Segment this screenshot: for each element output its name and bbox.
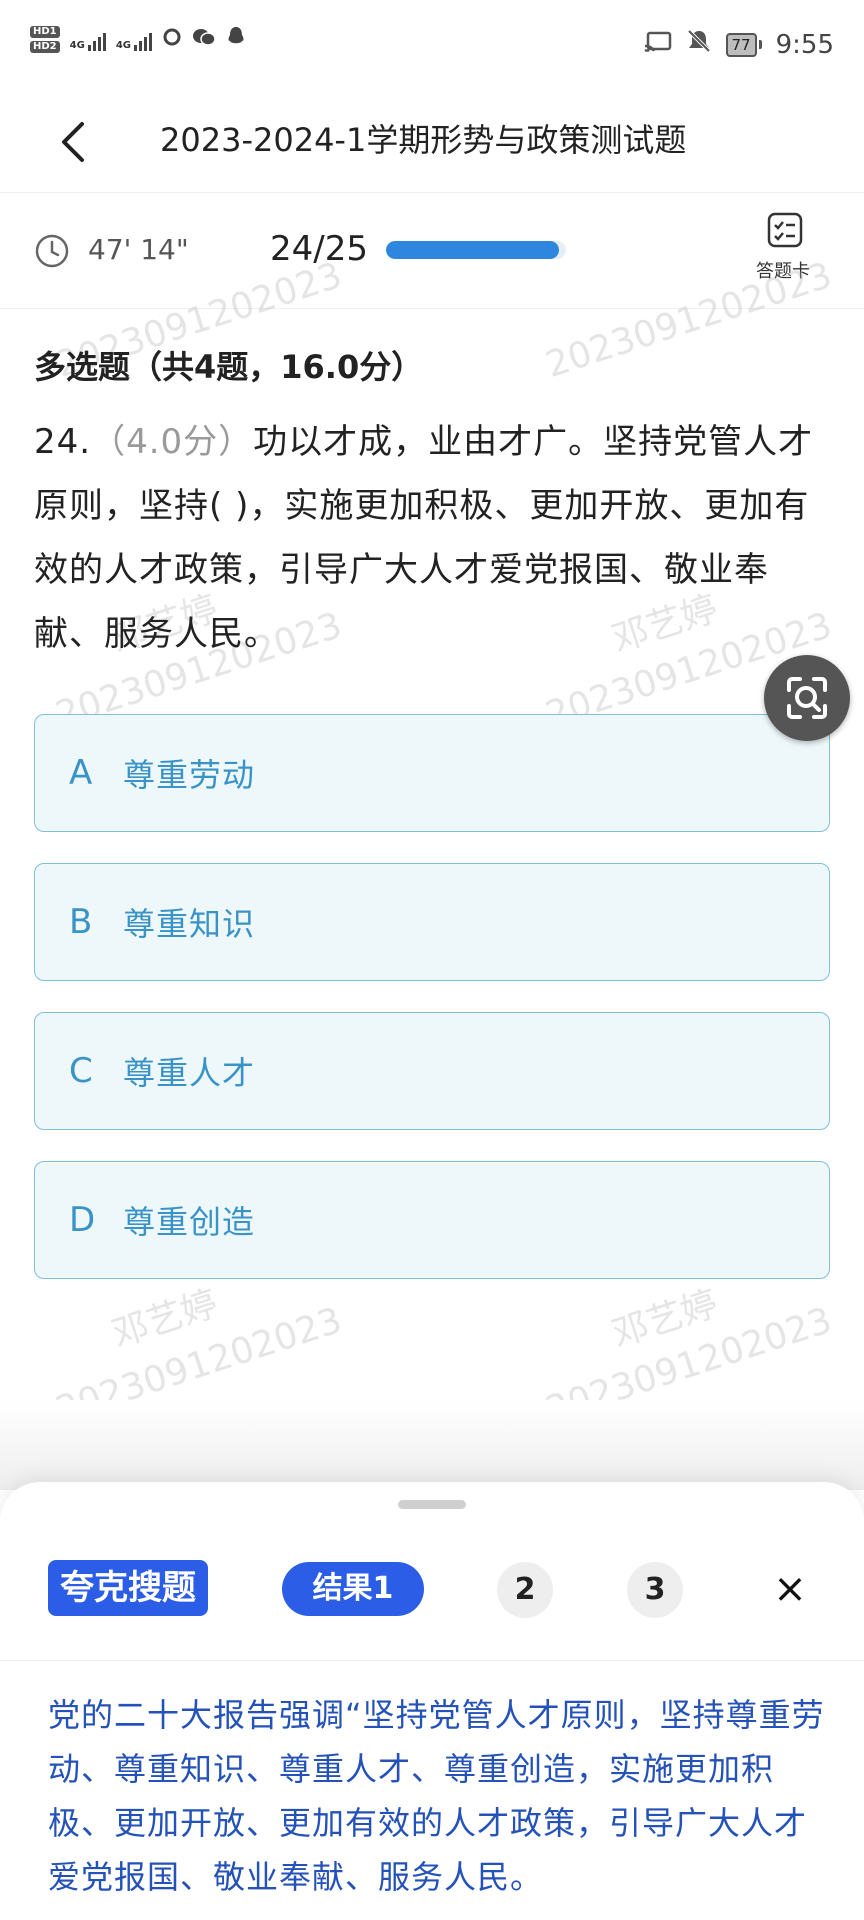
status-right: 77 9:55: [643, 28, 834, 61]
wechat-icon: [192, 27, 216, 52]
option-text: 尊重劳动: [123, 756, 256, 794]
signal-icon: 4G: [70, 29, 106, 51]
elapsed-timer: 47' 14": [88, 233, 189, 266]
hd-icon: HD1 HD2: [30, 26, 60, 53]
question-number: 24.: [34, 422, 92, 462]
clock-icon: [35, 234, 69, 268]
option-b[interactable]: B 尊重知识: [34, 863, 830, 981]
status-left: HD1 HD2 4G 4G: [30, 26, 246, 53]
option-letter: B: [69, 902, 93, 942]
divider: [0, 1660, 864, 1661]
browser-icon: [162, 27, 182, 52]
result-tab-3[interactable]: 3: [627, 1562, 683, 1618]
option-letter: A: [69, 753, 93, 793]
question-counter: 24/25: [270, 229, 368, 269]
option-text: 尊重人才: [123, 1054, 256, 1092]
option-text: 尊重知识: [123, 905, 256, 943]
result-tab-1[interactable]: 结果1: [282, 1562, 424, 1616]
drag-handle[interactable]: [398, 1500, 466, 1509]
progress-bar: [386, 241, 566, 259]
mute-icon: [686, 28, 712, 61]
status-bar: HD1 HD2 4G 4G 77 9:55: [0, 0, 864, 92]
answer-text: 党的二十大报告强调“坚持党管人才原则，坚持尊重劳动、尊重知识、尊重人才、尊重创造…: [48, 1696, 825, 1896]
scan-search-icon: [787, 677, 827, 719]
option-a[interactable]: A 尊重劳动: [34, 714, 830, 832]
cast-icon: [643, 30, 672, 60]
option-text: 尊重创造: [123, 1203, 256, 1241]
signal-icon-2: 4G: [116, 29, 152, 51]
answer-card-icon[interactable]: [766, 211, 804, 249]
qq-icon: [226, 26, 246, 53]
option-list: A 尊重劳动 B 尊重知识 C 尊重人才 D 尊重创造: [34, 714, 830, 1310]
battery-level: 77: [725, 32, 757, 57]
section-title: 多选题（共4题，16.0分）: [34, 348, 424, 386]
top-app-bar: 2023-2024-1学期形势与政策测试题: [0, 92, 864, 193]
search-result-sheet: 夸克搜题 结果1 2 3 × 党的二十大报告强调“坚持党管人才原则，坚持尊重劳动…: [0, 1482, 864, 1920]
sheet-shadow: [0, 1400, 864, 1490]
close-button[interactable]: ×: [770, 1564, 810, 1614]
search-fab[interactable]: [764, 655, 850, 741]
battery-icon: 77: [725, 32, 762, 57]
question-points: （4.0分）: [91, 422, 254, 462]
progress-bar-fill: [386, 241, 559, 259]
option-letter: D: [69, 1200, 96, 1240]
hd2-label: HD2: [30, 41, 60, 53]
clock-time: 9:55: [775, 29, 834, 60]
back-arrow-icon: [62, 122, 84, 162]
answer-card-label[interactable]: 答题卡: [756, 257, 810, 283]
page-title: 2023-2024-1学期形势与政策测试题: [160, 121, 687, 159]
quiz-status-row: 47' 14" 24/25 答题卡: [0, 193, 864, 309]
network-label: 4G: [69, 39, 85, 51]
option-c[interactable]: C 尊重人才: [34, 1012, 830, 1130]
hd1-label: HD1: [30, 26, 60, 38]
back-button[interactable]: [50, 114, 100, 170]
result-tab-2[interactable]: 2: [497, 1562, 553, 1618]
option-letter: C: [69, 1051, 93, 1091]
network-label-2: 4G: [115, 39, 131, 51]
brand-logo: 夸克搜题: [48, 1560, 208, 1616]
question-text: 24.（4.0分）功以才成，业由才广。坚持党管人才原则，坚持( )，实施更加积极…: [34, 410, 834, 666]
option-d[interactable]: D 尊重创造: [34, 1161, 830, 1279]
